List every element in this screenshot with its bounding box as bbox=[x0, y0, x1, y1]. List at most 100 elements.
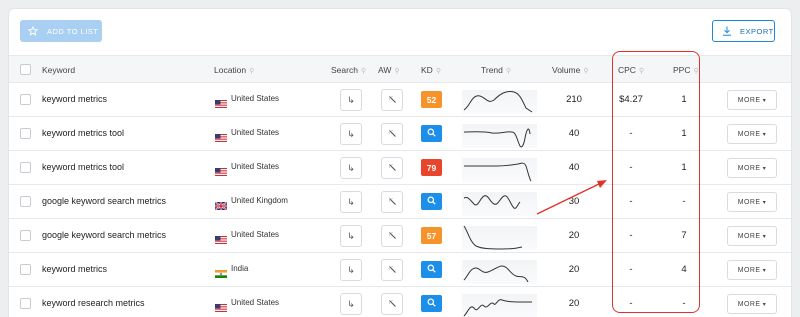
ppc-value: 7 bbox=[681, 230, 687, 241]
turn-right-arrow-icon: ↳ bbox=[347, 196, 355, 207]
aw-column-header[interactable]: AW ⚲ bbox=[378, 65, 400, 75]
us-flag-icon bbox=[215, 299, 227, 312]
turn-right-arrow-icon: ↳ bbox=[347, 128, 355, 139]
more-button[interactable]: MORE ▾ bbox=[727, 90, 777, 110]
kd-column-header[interactable]: KD ⚲ bbox=[421, 65, 441, 75]
more-button[interactable]: MORE ▾ bbox=[727, 124, 777, 144]
pin-icon[interactable]: ⚲ bbox=[693, 68, 698, 75]
us-flag-icon bbox=[215, 129, 227, 142]
keyword-text[interactable]: keyword metrics bbox=[42, 94, 107, 104]
row-checkbox[interactable] bbox=[20, 264, 31, 275]
aw-button[interactable] bbox=[381, 259, 403, 281]
aw-button[interactable] bbox=[381, 191, 403, 213]
keyword-column-header[interactable]: Keyword bbox=[42, 65, 75, 75]
in-flag-icon bbox=[215, 265, 227, 278]
kd-badge[interactable] bbox=[421, 193, 442, 210]
pin-icon[interactable]: ⚲ bbox=[361, 68, 366, 75]
chevron-down-icon: ▾ bbox=[762, 233, 767, 240]
aw-button[interactable] bbox=[381, 123, 403, 145]
pin-icon[interactable]: ⚲ bbox=[436, 68, 441, 75]
magic-wand-icon bbox=[388, 265, 397, 276]
kd-badge[interactable] bbox=[421, 125, 442, 142]
chevron-down-icon: ▾ bbox=[762, 267, 767, 274]
volume-column-header[interactable]: Volume ⚲ bbox=[552, 65, 589, 75]
more-button[interactable]: MORE ▾ bbox=[727, 294, 777, 314]
chevron-down-icon: ▾ bbox=[762, 301, 767, 308]
search-redirect-button[interactable]: ↳ bbox=[340, 191, 362, 213]
location-text: India bbox=[231, 264, 249, 273]
magic-wand-icon bbox=[388, 197, 397, 208]
volume-value: 20 bbox=[568, 298, 580, 309]
aw-button[interactable] bbox=[381, 225, 403, 247]
kd-value: 52 bbox=[426, 94, 437, 105]
kd-badge[interactable] bbox=[421, 261, 442, 278]
trend-sparkline bbox=[462, 294, 537, 317]
row-checkbox[interactable] bbox=[20, 230, 31, 241]
cpc-value: - bbox=[629, 196, 633, 207]
cpc-column-header[interactable]: CPC ⚲ bbox=[618, 65, 644, 75]
turn-right-arrow-icon: ↳ bbox=[347, 298, 355, 309]
search-redirect-button[interactable]: ↳ bbox=[340, 259, 362, 281]
download-icon bbox=[722, 26, 732, 36]
search-redirect-button[interactable]: ↳ bbox=[340, 157, 362, 179]
more-button[interactable]: MORE ▾ bbox=[727, 260, 777, 280]
search-redirect-button[interactable]: ↳ bbox=[340, 225, 362, 247]
more-button[interactable]: MORE ▾ bbox=[727, 158, 777, 178]
turn-right-arrow-icon: ↳ bbox=[347, 230, 355, 241]
keyword-text[interactable]: keyword metrics bbox=[42, 264, 107, 274]
trend-column-header[interactable]: Trend ⚲ bbox=[481, 65, 511, 75]
chevron-down-icon: ▾ bbox=[762, 131, 767, 138]
row-checkbox[interactable] bbox=[20, 94, 31, 105]
cpc-value: $4.27 bbox=[619, 94, 643, 105]
pin-icon[interactable]: ⚲ bbox=[639, 68, 644, 75]
more-button[interactable]: MORE ▾ bbox=[727, 192, 777, 212]
export-button[interactable]: EXPORT bbox=[712, 20, 775, 42]
keyword-text[interactable]: keyword research metrics bbox=[42, 298, 145, 308]
keyword-text[interactable]: google keyword search metrics bbox=[42, 196, 166, 206]
search-redirect-button[interactable]: ↳ bbox=[340, 293, 362, 315]
add-to-list-label: ADD TO LIST bbox=[47, 26, 99, 36]
table-row: google keyword search metrics United Sta… bbox=[9, 219, 791, 253]
pin-icon[interactable]: ⚲ bbox=[394, 68, 399, 75]
aw-button[interactable] bbox=[381, 293, 403, 315]
more-button[interactable]: MORE ▾ bbox=[727, 226, 777, 246]
location-column-header[interactable]: Location ⚲ bbox=[214, 65, 254, 75]
table-row: keyword metrics United States ↳ 52 210 $… bbox=[9, 83, 791, 117]
search-column-header[interactable]: Search ⚲ bbox=[331, 65, 366, 75]
kd-badge[interactable] bbox=[421, 295, 442, 312]
cpc-value: - bbox=[629, 128, 633, 139]
aw-button[interactable] bbox=[381, 157, 403, 179]
cpc-value: - bbox=[629, 162, 633, 173]
trend-sparkline bbox=[462, 192, 537, 216]
location-text: United States bbox=[231, 230, 280, 239]
magic-wand-icon bbox=[388, 299, 397, 310]
trend-sparkline bbox=[462, 90, 537, 114]
star-icon bbox=[28, 26, 38, 36]
keyword-text[interactable]: google keyword search metrics bbox=[42, 230, 166, 240]
row-checkbox[interactable] bbox=[20, 162, 31, 173]
search-redirect-button[interactable]: ↳ bbox=[340, 123, 362, 145]
search-icon bbox=[427, 128, 436, 139]
search-icon bbox=[427, 298, 436, 309]
magic-wand-icon bbox=[388, 129, 397, 140]
row-checkbox[interactable] bbox=[20, 298, 31, 309]
ppc-column-header[interactable]: PPC ⚲ bbox=[673, 65, 699, 75]
ppc-value: 4 bbox=[681, 264, 687, 275]
us-flag-icon bbox=[215, 231, 227, 244]
add-to-list-button[interactable]: ADD TO LIST bbox=[20, 20, 102, 42]
aw-button[interactable] bbox=[381, 89, 403, 111]
volume-value: 30 bbox=[568, 196, 580, 207]
row-checkbox[interactable] bbox=[20, 196, 31, 207]
ppc-value: - bbox=[682, 298, 686, 309]
keyword-text[interactable]: keyword metrics tool bbox=[42, 162, 124, 172]
select-all-checkbox[interactable] bbox=[20, 64, 31, 75]
pin-icon[interactable]: ⚲ bbox=[506, 68, 511, 75]
search-redirect-button[interactable]: ↳ bbox=[340, 89, 362, 111]
table-row: keyword metrics tool United States ↳ 40 … bbox=[9, 117, 791, 151]
keyword-text[interactable]: keyword metrics tool bbox=[42, 128, 124, 138]
ppc-value: 1 bbox=[681, 128, 687, 139]
pin-icon[interactable]: ⚲ bbox=[583, 68, 588, 75]
pin-icon[interactable]: ⚲ bbox=[249, 68, 254, 75]
row-checkbox[interactable] bbox=[20, 128, 31, 139]
chevron-down-icon: ▾ bbox=[762, 165, 767, 172]
